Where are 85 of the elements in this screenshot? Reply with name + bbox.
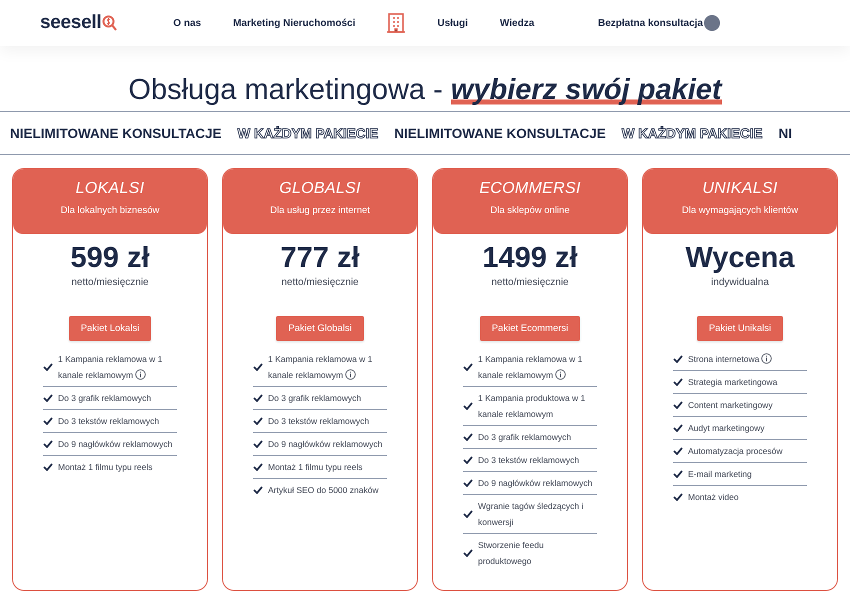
feature-text: 1 Kampania reklamowa w 1 kanale reklamowym bbox=[478, 353, 584, 382]
feature-text: Strona internetowa bbox=[688, 351, 772, 367]
feature-text: Do 9 nagłówków reklamowych bbox=[58, 438, 172, 451]
check-icon bbox=[673, 493, 683, 501]
feature-text: Montaż 1 filmu typu reels bbox=[58, 461, 152, 474]
check-icon bbox=[253, 463, 263, 471]
plan-subtitle: Dla usług przez internet bbox=[270, 205, 370, 216]
nav-link[interactable]: Usługi bbox=[437, 18, 468, 28]
check-icon bbox=[673, 378, 683, 386]
plan-name: UNIKALSI bbox=[702, 180, 778, 198]
feature-text: Stworzenie feedu produktowego bbox=[478, 539, 545, 568]
plan-subtitle: Dla sklepów online bbox=[490, 205, 570, 216]
price-note: netto/miesięcznie bbox=[491, 277, 569, 288]
info-icon[interactable] bbox=[761, 353, 772, 364]
feature-text: Do 3 grafik reklamowych bbox=[268, 392, 362, 405]
check-icon bbox=[43, 394, 53, 402]
info-icon[interactable] bbox=[555, 369, 566, 380]
info-icon[interactable] bbox=[135, 369, 146, 380]
check-icon bbox=[253, 417, 263, 425]
plan-subtitle: Dla lokalnych biznesów bbox=[60, 205, 160, 216]
feature-text: Content marketingowy bbox=[688, 399, 773, 412]
marquee-text: W KAŻDYM PAKIECIE bbox=[622, 126, 763, 140]
plan-price: 777 zł bbox=[280, 242, 360, 275]
check-icon bbox=[463, 456, 473, 464]
feature-text: 1 Kampania reklamowa w 1 kanale reklamowym bbox=[268, 353, 374, 382]
feature-text: Audyt marketingowy bbox=[688, 422, 765, 435]
plan-price: 1499 zł bbox=[482, 242, 578, 275]
check-icon bbox=[463, 510, 473, 518]
check-icon bbox=[673, 470, 683, 478]
feature-text: Do 3 grafik reklamowych bbox=[58, 392, 152, 405]
feature-text: Do 3 tekstów reklamowych bbox=[268, 415, 370, 428]
check-icon bbox=[43, 440, 53, 448]
feature-text: Automatyzacja procesów bbox=[688, 445, 782, 458]
feature-text: 1 Kampania reklamowa w 1 kanale reklamowym bbox=[58, 353, 164, 382]
page-title: Obsługa marketingowa - wybierz swój pakiet bbox=[127, 74, 724, 107]
marquee-text: NIELIMITOWANE KONSULTACJE bbox=[394, 126, 606, 140]
check-icon bbox=[253, 486, 263, 494]
check-icon bbox=[463, 479, 473, 487]
feature-text: Strategia marketingowa bbox=[688, 376, 778, 389]
feature-text: Do 3 grafik reklamowych bbox=[478, 431, 572, 444]
feature-text: Do 9 nagłówków reklamowych bbox=[268, 438, 382, 451]
check-icon bbox=[463, 433, 473, 441]
price-note: netto/miesięcznie bbox=[281, 277, 359, 288]
nav-link[interactable]: Wiedza bbox=[500, 18, 534, 28]
check-icon bbox=[673, 424, 683, 432]
feature-text: Do 3 tekstów reklamowych bbox=[58, 415, 160, 428]
check-icon bbox=[43, 363, 53, 371]
nav-link[interactable]: Marketing Nieruchomości bbox=[233, 18, 356, 28]
plan-price: Wycena bbox=[685, 242, 795, 275]
check-icon bbox=[253, 363, 263, 371]
marquee-text: W KAŻDYM PAKIECIE bbox=[238, 126, 378, 140]
check-icon bbox=[673, 447, 683, 455]
feature-text: Artykuł SEO do 5000 znaków bbox=[268, 484, 379, 497]
feature-text: Wgranie tagów śledzących i konwersji bbox=[478, 500, 584, 529]
check-icon bbox=[43, 417, 53, 425]
check-icon bbox=[253, 394, 263, 402]
marquee-text: NI bbox=[778, 126, 792, 140]
consultation-link[interactable]: Bezpłatna konsultacja bbox=[598, 18, 703, 28]
feature-text: 1 Kampania produktowa w 1 kanale reklamowym bbox=[478, 392, 586, 421]
plan-name: LOKALSI bbox=[76, 180, 144, 198]
circle-icon bbox=[704, 15, 720, 31]
plan-name: GLOBALSI bbox=[279, 180, 361, 198]
feature-text: Do 3 tekstów reklamowych bbox=[478, 454, 580, 467]
logo-text[interactable]: seesell bbox=[40, 12, 102, 34]
plan-price: 599 zł bbox=[70, 242, 150, 275]
feature-text: Montaż 1 filmu typu reels bbox=[268, 461, 362, 474]
plan-name: ECOMMERSI bbox=[479, 180, 581, 198]
check-icon bbox=[673, 401, 683, 409]
feature-text: Do 9 nagłówków reklamowych bbox=[478, 477, 592, 490]
magnifier-icon bbox=[102, 15, 118, 31]
check-icon bbox=[43, 463, 53, 471]
feature-text: Montaż video bbox=[688, 491, 739, 504]
price-note: indywidualna bbox=[711, 277, 769, 288]
check-icon bbox=[253, 440, 263, 448]
building-icon[interactable] bbox=[387, 13, 406, 33]
check-icon bbox=[463, 363, 473, 371]
check-icon bbox=[673, 355, 683, 363]
check-icon bbox=[463, 402, 473, 410]
check-icon bbox=[463, 549, 473, 557]
marquee-text: NIELIMITOWANE KONSULTACJE bbox=[10, 126, 222, 140]
info-icon[interactable] bbox=[345, 369, 356, 380]
price-note: netto/miesięcznie bbox=[71, 277, 149, 288]
plan-subtitle: Dla wymagających klientów bbox=[682, 205, 798, 216]
feature-text: E-mail marketing bbox=[688, 468, 752, 481]
nav-link[interactable]: O nas bbox=[173, 18, 202, 28]
